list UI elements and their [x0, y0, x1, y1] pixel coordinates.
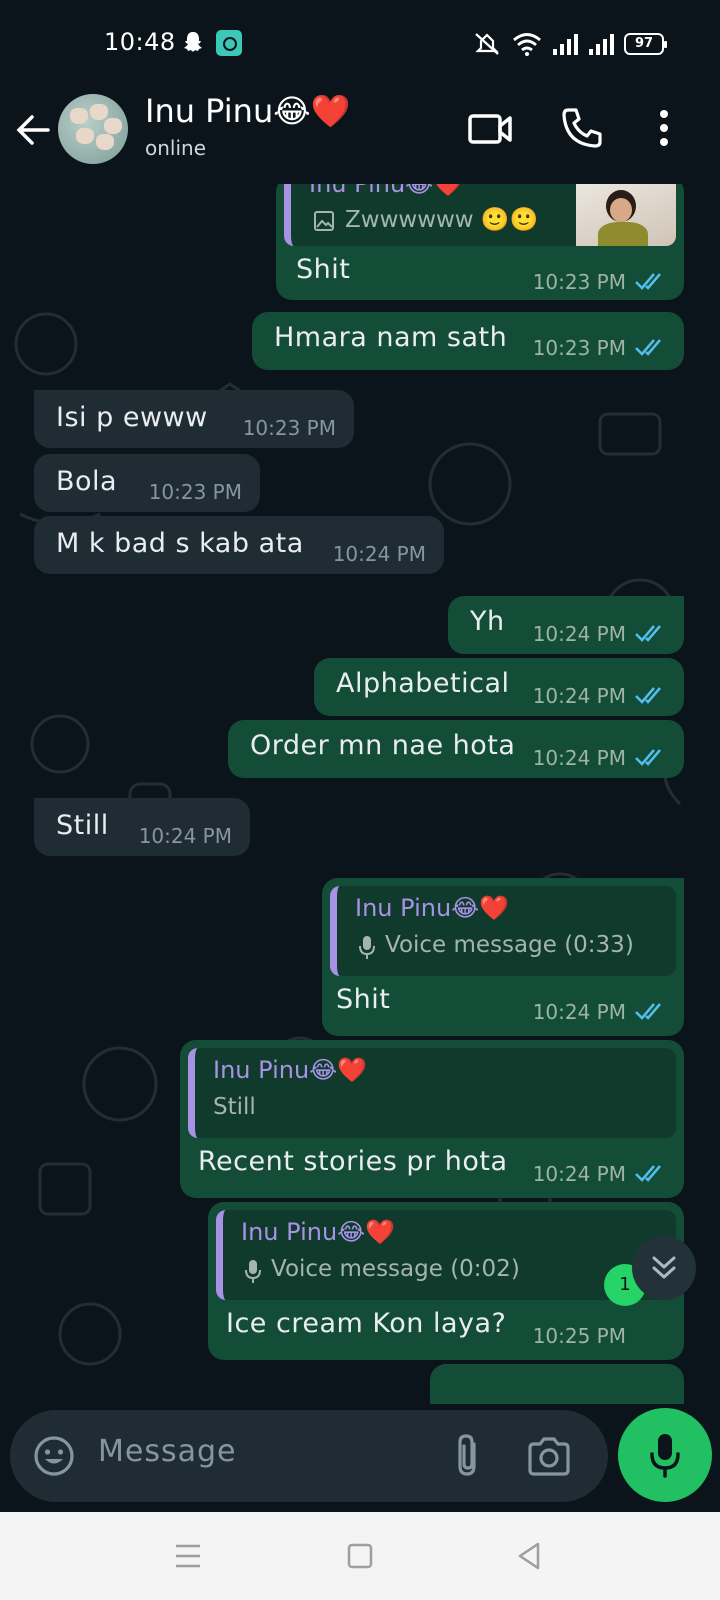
message-bubble-outgoing[interactable]: Yh 10:24 PM [448, 596, 684, 654]
app-notification-icon [216, 30, 242, 56]
contact-avatar[interactable] [58, 94, 128, 164]
quoted-message[interactable]: Inu Pinu😂❤️ Zwwwwww 🙂🙂 [284, 184, 676, 246]
camera-icon[interactable] [526, 1434, 572, 1478]
home-icon[interactable] [338, 1534, 382, 1578]
emoji-icon[interactable] [32, 1434, 76, 1478]
system-navigation-bar [0, 1512, 720, 1600]
wifi-icon [513, 33, 541, 56]
menu-icon[interactable] [166, 1534, 210, 1578]
quoted-text: Still [213, 1094, 256, 1120]
quoted-text: Voice message (0:33) [385, 932, 634, 958]
message-bubble-incoming[interactable]: M k bad s kab ata 10:24 PM [34, 516, 444, 574]
quoted-text: Zwwwwww 🙂🙂 [345, 207, 539, 233]
message-time: 10:23 PM [532, 270, 626, 294]
quoted-sender: Inu Pinu😂❤️ [213, 1056, 368, 1084]
message-time: 10:23 PM [532, 336, 626, 360]
scroll-to-bottom-button[interactable] [632, 1236, 696, 1300]
message-time: 10:24 PM [532, 1162, 626, 1186]
message-text: Order mn nae hota [250, 730, 516, 761]
message-bubble-outgoing[interactable]: Order mn nae hota 10:24 PM [228, 720, 684, 778]
voice-call-icon[interactable] [558, 104, 606, 152]
contact-name[interactable]: Inu Pinu😂❤️ [145, 92, 350, 130]
message-bubble-outgoing[interactable]: Inu Pinu😂❤️ Voice message (0:33) Shit 10… [322, 878, 684, 1036]
voice-record-button[interactable] [618, 1408, 712, 1502]
video-call-icon[interactable] [466, 104, 514, 152]
message-bubble-outgoing[interactable]: Alphabetical 10:24 PM [314, 658, 684, 716]
quoted-sender: Inu Pinu😂❤️ [241, 1218, 396, 1246]
quoted-message[interactable]: Inu Pinu😂❤️ Voice message (0:33) [330, 886, 676, 976]
message-time: 10:24 PM [532, 684, 626, 708]
message-bubble-outgoing[interactable] [430, 1364, 684, 1404]
message-time: 10:23 PM [148, 480, 242, 504]
message-bubble-outgoing[interactable]: Inu Pinu😂❤️ Zwwwwww 🙂🙂 Shit 10:23 PM [276, 184, 684, 300]
chat-header: Inu Pinu😂❤️ online [0, 88, 720, 184]
read-ticks-icon [635, 273, 661, 290]
message-text: Isi p ewww [56, 402, 208, 433]
status-bar: 10:48 97 [0, 0, 720, 88]
message-time: 10:24 PM [138, 824, 232, 848]
microphone-icon [650, 1434, 680, 1478]
message-text: Hmara nam sath [274, 322, 508, 353]
message-time: 10:24 PM [332, 542, 426, 566]
message-text: Ice cream Kon laya? [226, 1308, 507, 1339]
signal-icon [589, 34, 614, 55]
microphone-icon [245, 1260, 261, 1283]
read-ticks-icon [635, 625, 661, 642]
message-time: 10:25 PM [532, 1324, 626, 1348]
read-ticks-icon [635, 339, 661, 356]
message-text: Shit [296, 254, 351, 285]
snapchat-icon [184, 32, 202, 52]
chat-area[interactable]: Inu Pinu😂❤️ Zwwwwww 🙂🙂 Shit 10:23 PM Hma… [0, 184, 720, 1404]
quoted-text: Voice message (0:02) [271, 1256, 520, 1282]
read-ticks-icon [635, 1003, 661, 1020]
read-ticks-icon [635, 687, 661, 704]
message-time: 10:24 PM [532, 1000, 626, 1024]
status-time: 10:48 [104, 28, 176, 56]
more-vert-icon[interactable] [640, 104, 688, 152]
message-text: Bola [56, 466, 118, 497]
message-bubble-outgoing[interactable]: Hmara nam sath 10:23 PM [252, 312, 684, 370]
mute-icon [475, 33, 499, 55]
double-chevron-down-icon [652, 1256, 676, 1279]
quoted-image-thumbnail [576, 184, 676, 246]
read-ticks-icon [635, 1165, 661, 1182]
message-input[interactable]: Message [98, 1434, 236, 1469]
back-arrow-icon[interactable] [14, 110, 54, 150]
quoted-sender: Inu Pinu😂❤️ [355, 894, 510, 922]
message-text: Recent stories pr hota [198, 1146, 508, 1177]
quoted-sender: Inu Pinu😂❤️ [309, 184, 464, 198]
message-text: Still [56, 810, 109, 841]
message-time: 10:24 PM [532, 746, 626, 770]
quoted-message[interactable]: Inu Pinu😂❤️ Still [188, 1048, 676, 1138]
signal-icon [553, 34, 578, 55]
message-bubble-incoming[interactable]: Still 10:24 PM [34, 798, 250, 856]
attach-icon[interactable] [450, 1432, 486, 1480]
back-icon[interactable] [508, 1534, 552, 1578]
message-bubble-incoming[interactable]: Bola 10:23 PM [34, 454, 260, 512]
battery-icon: 97 [624, 33, 667, 55]
read-ticks-icon [635, 749, 661, 766]
image-icon [314, 211, 334, 231]
message-text: M k bad s kab ata [56, 528, 304, 559]
message-bubble-outgoing[interactable]: Inu Pinu😂❤️ Still Recent stories pr hota… [180, 1040, 684, 1198]
message-composer: Message [10, 1410, 608, 1502]
message-text: Yh [470, 606, 505, 637]
message-time: 10:23 PM [242, 416, 336, 440]
contact-status: online [145, 136, 207, 160]
message-time: 10:24 PM [532, 622, 626, 646]
message-text: Shit [336, 984, 391, 1015]
microphone-icon [359, 936, 375, 959]
message-bubble-incoming[interactable]: Isi p ewww 10:23 PM [34, 390, 354, 448]
message-text: Alphabetical [336, 668, 510, 699]
